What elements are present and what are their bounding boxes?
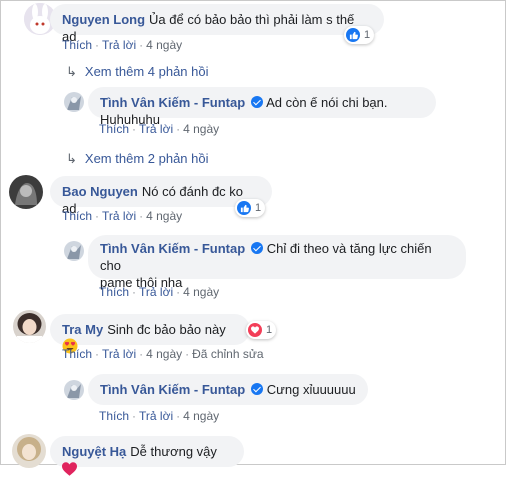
reaction-badge[interactable]: 1 bbox=[344, 26, 375, 44]
avatar-page[interactable] bbox=[64, 380, 84, 400]
comment-author[interactable]: Tra My bbox=[62, 322, 103, 337]
timestamp[interactable]: 4 ngày bbox=[146, 38, 182, 52]
comment-text: Sinh đc bảo bảo này bbox=[107, 322, 226, 337]
reaction-count: 1 bbox=[266, 324, 273, 336]
comment-author[interactable]: Nguyen Long bbox=[62, 12, 145, 27]
reply-author[interactable]: Tình Vân Kiếm - Funtap bbox=[100, 95, 245, 110]
comment-actions: Thích · Trả lời · 4 ngày bbox=[62, 209, 183, 223]
reply-bubble: Tình Vân Kiếm - Funtap Chỉ đi theo và tă… bbox=[88, 235, 466, 290]
verified-badge-icon bbox=[251, 242, 264, 254]
comment-actions: Thích · Trả lời · 4 ngày bbox=[62, 38, 183, 52]
like-link[interactable]: Thích bbox=[99, 409, 129, 423]
like-link[interactable]: Thích bbox=[62, 209, 92, 223]
like-link[interactable]: Thích bbox=[62, 38, 92, 52]
reply-link[interactable]: Trả lời bbox=[102, 38, 136, 52]
view-more-replies[interactable]: ↳ Xem thêm 2 phản hồi bbox=[66, 151, 208, 167]
timestamp[interactable]: 4 ngày bbox=[183, 285, 219, 299]
like-icon bbox=[237, 201, 251, 215]
reply-link[interactable]: Trả lời bbox=[139, 122, 173, 136]
verified-badge-icon bbox=[251, 96, 264, 108]
avatar-nguyet-ha[interactable] bbox=[12, 434, 46, 468]
avatar-tra-my[interactable] bbox=[13, 310, 46, 343]
comment-actions: Thích · Trả lời · 4 ngày · Đã chỉnh sửa bbox=[62, 347, 264, 361]
reaction-count: 1 bbox=[364, 29, 371, 41]
reply-actions: Thích · Trả lời · 4 ngày bbox=[99, 409, 220, 423]
avatar-page[interactable] bbox=[64, 92, 84, 112]
reply-bubble: Tình Vân Kiếm - Funtap Ad còn ế nói chi … bbox=[88, 87, 436, 127]
timestamp[interactable]: 4 ngày bbox=[146, 347, 182, 361]
verified-badge-icon bbox=[251, 383, 264, 395]
comment-text: Dễ thương vậy bbox=[130, 444, 217, 459]
like-link[interactable]: Thích bbox=[99, 285, 129, 299]
edited-label[interactable]: Đã chỉnh sửa bbox=[192, 347, 263, 361]
reply-arrow-icon: ↳ bbox=[66, 151, 77, 166]
reaction-badge[interactable]: 1 bbox=[235, 199, 266, 217]
reply-arrow-icon: ↳ bbox=[66, 64, 77, 79]
reply-link[interactable]: Trả lời bbox=[102, 209, 136, 223]
heart-icon bbox=[248, 323, 262, 337]
reply-link[interactable]: Trả lời bbox=[139, 285, 173, 299]
reaction-count: 1 bbox=[255, 202, 262, 214]
like-link[interactable]: Thích bbox=[99, 122, 129, 136]
timestamp[interactable]: 4 ngày bbox=[183, 122, 219, 136]
avatar-page[interactable] bbox=[64, 241, 84, 261]
reply-author[interactable]: Tình Vân Kiếm - Funtap bbox=[100, 382, 245, 397]
reaction-badge[interactable]: 1 bbox=[246, 321, 277, 339]
view-more-replies[interactable]: ↳ Xem thêm 4 phản hồi bbox=[66, 64, 208, 80]
reply-bubble: Tình Vân Kiếm - Funtap Cưng xỉuuuuuu bbox=[88, 374, 368, 405]
comment-bubble: Nguyệt Hạ Dễ thương vậy bbox=[50, 436, 244, 476]
comment-bubble: Tra My Sinh đc bảo bảo này bbox=[50, 314, 250, 354]
reply-link[interactable]: Trả lời bbox=[102, 347, 136, 361]
like-link[interactable]: Thích bbox=[62, 347, 92, 361]
comment-bubble: Nguyen Long Ủa để có bảo bảo thì phải làm… bbox=[50, 4, 384, 44]
reply-actions: Thích · Trả lời · 4 ngày bbox=[99, 122, 220, 136]
comment-author[interactable]: Nguyệt Hạ bbox=[62, 444, 126, 459]
timestamp[interactable]: 4 ngày bbox=[183, 409, 219, 423]
timestamp[interactable]: 4 ngày bbox=[146, 209, 182, 223]
reply-author[interactable]: Tình Vân Kiếm - Funtap bbox=[100, 241, 245, 256]
reply-link[interactable]: Trả lời bbox=[139, 409, 173, 423]
reply-actions: Thích · Trả lời · 4 ngày bbox=[99, 285, 220, 299]
like-icon bbox=[346, 28, 360, 42]
avatar-bao-nguyen[interactable] bbox=[9, 175, 43, 209]
comment-author[interactable]: Bao Nguyen bbox=[62, 184, 138, 199]
reply-text: Cưng xỉuuuuuu bbox=[266, 382, 356, 397]
